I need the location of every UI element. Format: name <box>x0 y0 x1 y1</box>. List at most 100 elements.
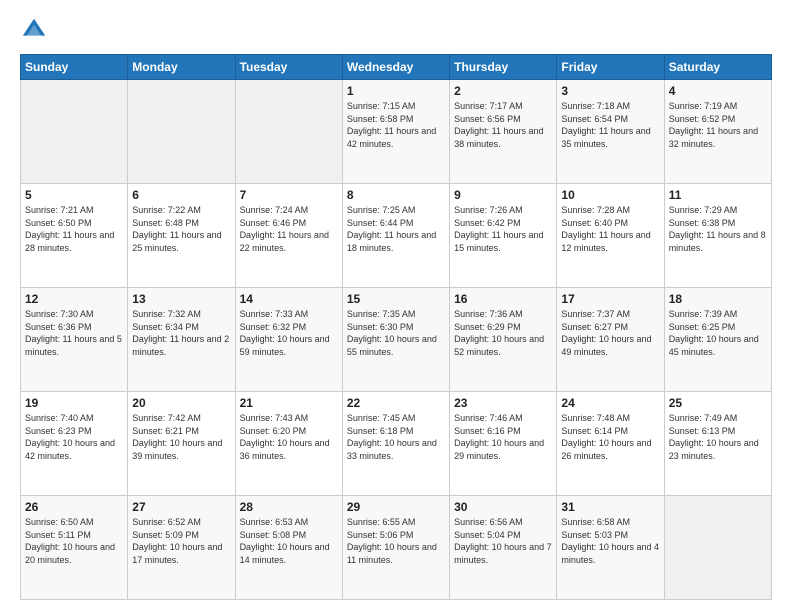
calendar-cell: 8 Sunrise: 7:25 AM Sunset: 6:44 PM Daylig… <box>342 184 449 288</box>
day-number: 24 <box>561 396 659 410</box>
day-info: Sunrise: 7:15 AM Sunset: 6:58 PM Dayligh… <box>347 100 445 150</box>
day-info: Sunrise: 6:58 AM Sunset: 5:03 PM Dayligh… <box>561 516 659 566</box>
day-info: Sunrise: 7:29 AM Sunset: 6:38 PM Dayligh… <box>669 204 767 254</box>
day-number: 22 <box>347 396 445 410</box>
day-info: Sunrise: 7:17 AM Sunset: 6:56 PM Dayligh… <box>454 100 552 150</box>
header <box>20 16 772 44</box>
calendar-week-row: 1 Sunrise: 7:15 AM Sunset: 6:58 PM Daylig… <box>21 80 772 184</box>
day-info: Sunrise: 7:28 AM Sunset: 6:40 PM Dayligh… <box>561 204 659 254</box>
calendar-cell: 12 Sunrise: 7:30 AM Sunset: 6:36 PM Dayli… <box>21 288 128 392</box>
day-info: Sunrise: 6:56 AM Sunset: 5:04 PM Dayligh… <box>454 516 552 566</box>
day-number: 15 <box>347 292 445 306</box>
day-number: 18 <box>669 292 767 306</box>
calendar-cell: 24Sunrise: 7:48 AM Sunset: 6:14 PM Dayli… <box>557 392 664 496</box>
calendar-cell: 20Sunrise: 7:42 AM Sunset: 6:21 PM Dayli… <box>128 392 235 496</box>
calendar-cell: 1 Sunrise: 7:15 AM Sunset: 6:58 PM Daylig… <box>342 80 449 184</box>
day-info: Sunrise: 7:22 AM Sunset: 6:48 PM Dayligh… <box>132 204 230 254</box>
calendar-week-row: 5 Sunrise: 7:21 AM Sunset: 6:50 PM Daylig… <box>21 184 772 288</box>
calendar-cell: 26 Sunrise: 6:50 AM Sunset: 5:11 PM Dayli… <box>21 496 128 600</box>
day-info: Sunrise: 7:25 AM Sunset: 6:44 PM Dayligh… <box>347 204 445 254</box>
calendar-cell: 27Sunrise: 6:52 AM Sunset: 5:09 PM Dayli… <box>128 496 235 600</box>
day-number: 7 <box>240 188 338 202</box>
weekday-header: Wednesday <box>342 55 449 80</box>
day-number: 13 <box>132 292 230 306</box>
day-info: Sunrise: 7:49 AM Sunset: 6:13 PM Dayligh… <box>669 412 767 462</box>
day-number: 4 <box>669 84 767 98</box>
calendar-cell: 18 Sunrise: 7:39 AM Sunset: 6:25 PM Dayli… <box>664 288 771 392</box>
weekday-header: Thursday <box>450 55 557 80</box>
day-number: 31 <box>561 500 659 514</box>
calendar-week-row: 12 Sunrise: 7:30 AM Sunset: 6:36 PM Dayli… <box>21 288 772 392</box>
calendar-cell <box>128 80 235 184</box>
day-info: Sunrise: 7:43 AM Sunset: 6:20 PM Dayligh… <box>240 412 338 462</box>
calendar-cell <box>21 80 128 184</box>
day-number: 2 <box>454 84 552 98</box>
day-number: 11 <box>669 188 767 202</box>
calendar-body: 1 Sunrise: 7:15 AM Sunset: 6:58 PM Daylig… <box>21 80 772 600</box>
day-info: Sunrise: 6:53 AM Sunset: 5:08 PM Dayligh… <box>240 516 338 566</box>
day-number: 14 <box>240 292 338 306</box>
calendar-cell: 19 Sunrise: 7:40 AM Sunset: 6:23 PM Dayli… <box>21 392 128 496</box>
calendar-cell: 5 Sunrise: 7:21 AM Sunset: 6:50 PM Daylig… <box>21 184 128 288</box>
day-number: 3 <box>561 84 659 98</box>
calendar-cell: 28Sunrise: 6:53 AM Sunset: 5:08 PM Dayli… <box>235 496 342 600</box>
day-info: Sunrise: 6:50 AM Sunset: 5:11 PM Dayligh… <box>25 516 123 566</box>
day-number: 21 <box>240 396 338 410</box>
calendar-cell: 7 Sunrise: 7:24 AM Sunset: 6:46 PM Daylig… <box>235 184 342 288</box>
weekday-header: Friday <box>557 55 664 80</box>
day-info: Sunrise: 7:40 AM Sunset: 6:23 PM Dayligh… <box>25 412 123 462</box>
day-info: Sunrise: 7:32 AM Sunset: 6:34 PM Dayligh… <box>132 308 230 358</box>
calendar-cell: 31 Sunrise: 6:58 AM Sunset: 5:03 PM Dayli… <box>557 496 664 600</box>
calendar-cell: 14 Sunrise: 7:33 AM Sunset: 6:32 PM Dayli… <box>235 288 342 392</box>
calendar-table: SundayMondayTuesdayWednesdayThursdayFrid… <box>20 54 772 600</box>
weekday-header: Tuesday <box>235 55 342 80</box>
day-info: Sunrise: 7:35 AM Sunset: 6:30 PM Dayligh… <box>347 308 445 358</box>
day-info: Sunrise: 7:39 AM Sunset: 6:25 PM Dayligh… <box>669 308 767 358</box>
calendar-cell: 13 Sunrise: 7:32 AM Sunset: 6:34 PM Dayli… <box>128 288 235 392</box>
day-number: 12 <box>25 292 123 306</box>
day-number: 23 <box>454 396 552 410</box>
day-number: 17 <box>561 292 659 306</box>
day-info: Sunrise: 6:55 AM Sunset: 5:06 PM Dayligh… <box>347 516 445 566</box>
day-info: Sunrise: 7:36 AM Sunset: 6:29 PM Dayligh… <box>454 308 552 358</box>
day-info: Sunrise: 7:26 AM Sunset: 6:42 PM Dayligh… <box>454 204 552 254</box>
day-number: 25 <box>669 396 767 410</box>
day-info: Sunrise: 7:33 AM Sunset: 6:32 PM Dayligh… <box>240 308 338 358</box>
calendar-cell: 10Sunrise: 7:28 AM Sunset: 6:40 PM Dayli… <box>557 184 664 288</box>
calendar-cell: 15 Sunrise: 7:35 AM Sunset: 6:30 PM Dayli… <box>342 288 449 392</box>
calendar-cell: 21 Sunrise: 7:43 AM Sunset: 6:20 PM Dayli… <box>235 392 342 496</box>
calendar-cell: 17 Sunrise: 7:37 AM Sunset: 6:27 PM Dayli… <box>557 288 664 392</box>
day-info: Sunrise: 7:30 AM Sunset: 6:36 PM Dayligh… <box>25 308 123 358</box>
calendar-week-row: 26 Sunrise: 6:50 AM Sunset: 5:11 PM Dayli… <box>21 496 772 600</box>
day-info: Sunrise: 7:37 AM Sunset: 6:27 PM Dayligh… <box>561 308 659 358</box>
calendar-cell: 11 Sunrise: 7:29 AM Sunset: 6:38 PM Dayli… <box>664 184 771 288</box>
day-number: 5 <box>25 188 123 202</box>
calendar-cell <box>235 80 342 184</box>
day-number: 1 <box>347 84 445 98</box>
calendar-cell: 29Sunrise: 6:55 AM Sunset: 5:06 PM Dayli… <box>342 496 449 600</box>
day-number: 19 <box>25 396 123 410</box>
calendar-header: SundayMondayTuesdayWednesdayThursdayFrid… <box>21 55 772 80</box>
calendar-cell: 25 Sunrise: 7:49 AM Sunset: 6:13 PM Dayli… <box>664 392 771 496</box>
day-number: 8 <box>347 188 445 202</box>
calendar-cell: 2 Sunrise: 7:17 AM Sunset: 6:56 PM Daylig… <box>450 80 557 184</box>
calendar-cell: 23Sunrise: 7:46 AM Sunset: 6:16 PM Dayli… <box>450 392 557 496</box>
day-number: 9 <box>454 188 552 202</box>
calendar-cell <box>664 496 771 600</box>
weekday-header: Monday <box>128 55 235 80</box>
calendar-cell: 22 Sunrise: 7:45 AM Sunset: 6:18 PM Dayli… <box>342 392 449 496</box>
day-info: Sunrise: 7:45 AM Sunset: 6:18 PM Dayligh… <box>347 412 445 462</box>
day-number: 26 <box>25 500 123 514</box>
weekday-header: Saturday <box>664 55 771 80</box>
day-info: Sunrise: 7:19 AM Sunset: 6:52 PM Dayligh… <box>669 100 767 150</box>
day-info: Sunrise: 7:42 AM Sunset: 6:21 PM Dayligh… <box>132 412 230 462</box>
day-info: Sunrise: 7:21 AM Sunset: 6:50 PM Dayligh… <box>25 204 123 254</box>
calendar-cell: 9 Sunrise: 7:26 AM Sunset: 6:42 PM Daylig… <box>450 184 557 288</box>
calendar-cell: 6Sunrise: 7:22 AM Sunset: 6:48 PM Daylig… <box>128 184 235 288</box>
day-number: 30 <box>454 500 552 514</box>
day-info: Sunrise: 7:24 AM Sunset: 6:46 PM Dayligh… <box>240 204 338 254</box>
calendar-cell: 3Sunrise: 7:18 AM Sunset: 6:54 PM Daylig… <box>557 80 664 184</box>
calendar-cell: 30 Sunrise: 6:56 AM Sunset: 5:04 PM Dayli… <box>450 496 557 600</box>
logo-icon <box>20 16 48 44</box>
calendar-week-row: 19 Sunrise: 7:40 AM Sunset: 6:23 PM Dayli… <box>21 392 772 496</box>
